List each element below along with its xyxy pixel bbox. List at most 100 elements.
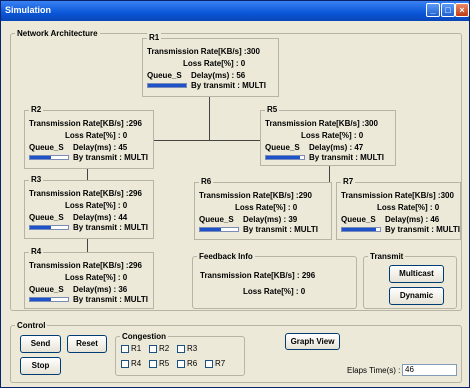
router-r6-transmit: MULTI [294,225,318,234]
router-r2-queue-fill [30,156,51,159]
router-r2-loss-line: Loss Rate[%] : 0 [65,131,127,140]
router-r5-box: R5 Transmission Rate[KB/s] :300 Loss Rat… [260,105,396,166]
router-r6-loss: 0 [292,203,298,212]
feedback-info-panel: Feedback Info [192,252,357,309]
checkbox-icon[interactable] [121,344,129,353]
loss-label: Loss Rate[%] : [377,203,433,212]
router-r3-rate-line: Transmission Rate[KB/s] :296 [29,189,142,198]
router-r4-delay: 36 [118,285,128,294]
checkbox-icon[interactable] [149,359,157,368]
close-icon[interactable]: × [455,3,469,17]
graph-view-button[interactable]: Graph View [285,333,340,350]
congestion-checkbox-r1[interactable]: R1 [121,344,141,353]
congestion-checkbox-r7[interactable]: R7 [205,359,225,368]
router-r7-transmit: MULTI [436,225,460,234]
router-r4-queue-fill [30,298,51,301]
loss-label: Loss Rate[%] : [65,131,121,140]
checkbox-icon[interactable] [149,344,157,353]
title-bar: Simulation _ □ × [1,1,469,21]
congestion-legend: Congestion [122,332,166,341]
router-r3-delay: 44 [118,213,128,222]
feedback-loss-line: Loss Rate[%] : 0 [243,287,305,296]
router-r2-transmit: MULTI [124,153,148,162]
loss-label: Loss Rate[%] : [65,201,121,210]
checkbox-icon[interactable] [177,359,185,368]
feedback-info-legend: Feedback Info [199,252,253,261]
router-r6-rate-line: Transmission Rate[KB/s] :290 [199,191,312,200]
router-r3-transmit-line: By transmit : MULTI [73,223,148,232]
router-r3-delay-line: Delay(ms) : 44 [73,213,127,222]
router-r7-rate-line: Transmission Rate[KB/s] :300 [341,191,454,200]
minimize-icon[interactable]: _ [426,3,440,17]
router-r4-transmit-line: By transmit : MULTI [73,295,148,304]
router-r3-loss: 0 [122,201,128,210]
congestion-label: R2 [159,344,170,353]
transmit-label: By transmit : [73,153,125,162]
elaps-time-field[interactable]: 46 [402,364,457,376]
loss-label: Loss Rate[%] : [301,131,357,140]
router-r5-queue-fill [266,156,301,159]
congestion-checkbox-r3[interactable]: R3 [177,344,197,353]
router-r2-loss: 0 [122,131,128,140]
connector-r2-r5 [153,140,260,141]
router-r6-loss-line: Loss Rate[%] : 0 [235,203,297,212]
transmit-label: By transmit : [385,225,437,234]
congestion-panel: Congestion [115,332,245,376]
congestion-checkbox-r4[interactable]: R4 [121,359,141,368]
router-r6-rate: 290 [298,191,312,200]
congestion-label: R5 [159,359,170,368]
router-r1-queue-fill [148,84,186,87]
congestion-checkbox-r2[interactable]: R2 [149,344,169,353]
checkbox-icon[interactable] [205,359,213,368]
dynamic-button[interactable]: Dynamic [389,287,444,305]
feedback-loss-value: 0 [300,287,306,296]
router-r1-rate-line: Transmission Rate[KB/s] :300 [147,47,260,56]
send-button[interactable]: Send [20,335,61,353]
checkbox-icon[interactable] [121,359,129,368]
rate-label: Transmission Rate[KB/s] : [265,119,365,128]
router-r4-loss-line: Loss Rate[%] : 0 [65,273,127,282]
router-r6-transmit-line: By transmit : MULTI [243,225,318,234]
congestion-checkbox-r5[interactable]: R5 [149,359,169,368]
checkbox-icon[interactable] [177,344,185,353]
control-legend: Control [17,321,46,330]
maximize-icon[interactable]: □ [441,3,455,17]
router-r5-delay-line: Delay(ms) : 47 [309,143,363,152]
congestion-checkbox-r6[interactable]: R6 [177,359,197,368]
multicast-button[interactable]: Multicast [389,265,444,283]
router-r2-transmit-line: By transmit : MULTI [73,153,148,162]
rate-label: Transmission Rate[KB/s] : [147,47,247,56]
router-r2-rate: 296 [128,119,142,128]
router-r7-rate: 300 [440,191,454,200]
router-r2-rate-line: Transmission Rate[KB/s] :296 [29,119,142,128]
congestion-label: R6 [187,359,198,368]
reset-button[interactable]: Reset [67,335,107,353]
router-r3-queue-fill [30,226,51,229]
feedback-rate-label: Transmission Rate[KB/s] : [200,271,300,280]
delay-label: Delay(ms) : [243,215,287,224]
router-r4-delay-line: Delay(ms) : 36 [73,285,127,294]
window-title: Simulation [5,5,52,15]
router-r6-queue-fill [200,228,221,231]
router-r1-box: R1 Transmission Rate[KB/s] :300 Loss Rat… [142,33,279,97]
feedback-rate-line: Transmission Rate[KB/s] : 296 [200,271,315,280]
router-r5-loss-line: Loss Rate[%] : 0 [301,131,363,140]
router-r2-box: R2 Transmission Rate[KB/s] :296 Loss Rat… [24,105,154,169]
router-r1-transmit: MULTI [242,81,266,90]
router-r7-loss: 0 [434,203,440,212]
feedback-rate-value: 296 [301,271,316,280]
rate-label: Transmission Rate[KB/s] : [29,261,129,270]
delay-label: Delay(ms) : [73,285,117,294]
network-architecture-legend: Network Architecture [17,29,98,38]
router-r3-loss-line: Loss Rate[%] : 0 [65,201,127,210]
queue-label: Queue_S [341,215,376,224]
router-r1-rate: 300 [246,47,260,56]
router-r1-transmit-line: By transmit : MULTI [191,81,266,90]
router-r5-rate: 300 [364,119,378,128]
router-r6-box: R6 Transmission Rate[KB/s] :290 Loss Rat… [194,177,332,240]
stop-button[interactable]: Stop [20,357,61,375]
delay-label: Delay(ms) : [385,215,429,224]
router-r1-delay-line: Delay(ms) : 56 [191,71,245,80]
loss-label: Loss Rate[%] : [183,59,239,68]
router-r7-label: R7 [341,177,356,186]
